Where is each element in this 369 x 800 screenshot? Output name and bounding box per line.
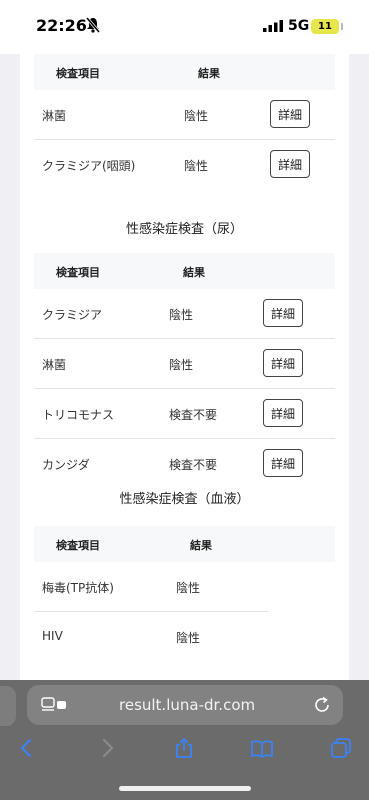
item-name: クラミジア bbox=[42, 308, 103, 322]
detail-button[interactable]: 詳細 bbox=[270, 150, 310, 178]
results-page: 検査項目 結果 淋菌 陰性 詳細 クラミジア(咽頭) 陰性 詳細 性感染症検査（… bbox=[20, 54, 349, 680]
table-row: HIV 陰性 bbox=[34, 612, 335, 661]
result-value: 陰性 bbox=[169, 308, 194, 322]
address-bar[interactable]: result.luna-dr.com bbox=[27, 685, 343, 725]
bookmarks-icon[interactable] bbox=[251, 737, 273, 759]
header-item: 検査項目 bbox=[56, 539, 100, 552]
table-header: 検査項目 結果 bbox=[34, 253, 335, 289]
item-name: 淋菌 bbox=[42, 109, 67, 123]
detail-button[interactable]: 詳細 bbox=[270, 100, 310, 128]
header-result: 結果 bbox=[190, 539, 212, 552]
item-name: トリコモナス bbox=[42, 408, 115, 422]
detail-button[interactable]: 詳細 bbox=[263, 399, 303, 427]
home-indicator bbox=[119, 786, 251, 791]
status-time: 22:26 bbox=[36, 16, 87, 35]
blood-table: 検査項目 結果 梅毒(TP抗体) 陰性 HIV 陰性 bbox=[20, 526, 349, 661]
forward-icon[interactable] bbox=[96, 737, 118, 759]
share-icon[interactable] bbox=[173, 737, 195, 759]
urine-table: 検査項目 結果 クラミジア 陰性 詳細 淋菌 陰性 詳細 トリコモナス 検査不要… bbox=[20, 253, 349, 488]
result-value: 検査不要 bbox=[169, 458, 218, 472]
result-value: 陰性 bbox=[176, 581, 201, 595]
throat-table: 検査項目 結果 淋菌 陰性 詳細 クラミジア(咽頭) 陰性 詳細 bbox=[20, 54, 349, 189]
item-name: 梅毒(TP抗体) bbox=[42, 581, 114, 595]
result-value: 陰性 bbox=[176, 631, 201, 645]
section-title-urine: 性感染症検査（尿） bbox=[125, 222, 243, 237]
network-label: 5G bbox=[288, 18, 310, 34]
signal-icon bbox=[263, 20, 283, 32]
item-name: HIV bbox=[42, 629, 63, 643]
page-menu-icon[interactable] bbox=[41, 697, 67, 713]
item-name: カンジダ bbox=[42, 458, 90, 472]
detail-button[interactable]: 詳細 bbox=[263, 299, 303, 327]
browser-bar: result.luna-dr.com bbox=[0, 680, 369, 800]
battery-level: 11 bbox=[318, 21, 332, 32]
table-row: 梅毒(TP抗体) 陰性 bbox=[34, 562, 268, 612]
detail-button[interactable]: 詳細 bbox=[263, 449, 303, 477]
battery-icon: 11 bbox=[311, 19, 339, 34]
table-row: カンジダ 検査不要 詳細 bbox=[34, 439, 335, 488]
item-name: 淋菌 bbox=[42, 358, 67, 372]
status-bar: 22:26 5G 11 bbox=[0, 0, 369, 54]
result-value: 検査不要 bbox=[169, 408, 218, 422]
back-icon[interactable] bbox=[16, 737, 38, 759]
detail-button[interactable]: 詳細 bbox=[263, 349, 303, 377]
header-result: 結果 bbox=[198, 67, 220, 80]
url-text[interactable]: result.luna-dr.com bbox=[119, 696, 255, 714]
result-value: 陰性 bbox=[184, 109, 209, 123]
table-row: 淋菌 陰性 詳細 bbox=[34, 90, 335, 140]
result-value: 陰性 bbox=[169, 358, 194, 372]
header-result: 結果 bbox=[183, 266, 205, 279]
reload-icon[interactable] bbox=[313, 696, 331, 714]
table-row: 淋菌 陰性 詳細 bbox=[34, 339, 335, 389]
previous-tab-preview[interactable] bbox=[0, 686, 16, 726]
section-title-blood: 性感染症検査（血液） bbox=[119, 492, 250, 507]
header-item: 検査項目 bbox=[56, 266, 100, 279]
table-row: クラミジア(咽頭) 陰性 詳細 bbox=[34, 140, 335, 189]
bell-slash-icon bbox=[86, 17, 100, 33]
table-header: 検査項目 結果 bbox=[34, 54, 335, 90]
tabs-icon[interactable] bbox=[330, 737, 352, 759]
table-header: 検査項目 結果 bbox=[34, 526, 335, 562]
table-row: クラミジア 陰性 詳細 bbox=[34, 289, 335, 339]
battery-cap bbox=[341, 23, 343, 30]
table-row: トリコモナス 検査不要 詳細 bbox=[34, 389, 335, 439]
result-value: 陰性 bbox=[184, 159, 209, 173]
item-name: クラミジア(咽頭) bbox=[42, 159, 136, 173]
header-item: 検査項目 bbox=[56, 67, 100, 80]
